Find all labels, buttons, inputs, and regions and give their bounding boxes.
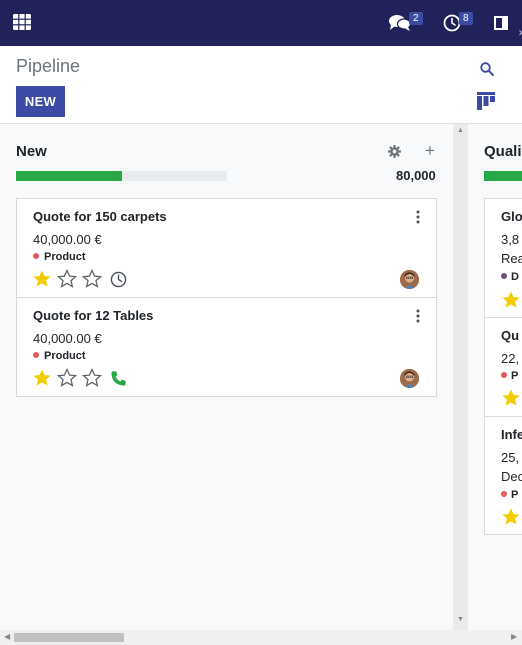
apps-grid-icon[interactable] [13, 14, 31, 30]
card-title: Quote for 150 carpets [33, 209, 167, 224]
kanban-column-qualified: Quali Glo 3,8 Rea D Qu 22, P Infe 25, De… [468, 124, 522, 630]
card-tag: P [501, 370, 518, 382]
progress-fill [16, 171, 122, 181]
scroll-right-arrow-icon[interactable]: ▶ [511, 632, 517, 641]
star-empty-icon[interactable] [57, 269, 77, 289]
star-filled-icon[interactable] [501, 507, 521, 527]
kanban-card[interactable]: Quote for 150 carpets 40,000.00 € Produc… [16, 198, 437, 298]
tag-label: D [511, 271, 519, 283]
activities-count-badge: 8 [459, 12, 473, 25]
sidebar-toggle-icon[interactable] [494, 16, 508, 30]
tag-dot [33, 352, 39, 358]
card-tag: Product [33, 350, 86, 362]
tag-dot [501, 273, 507, 279]
scroll-up-arrow-icon[interactable]: ▲ [457, 127, 464, 134]
card-amount: 40,000.00 € [33, 232, 102, 247]
tag-label: P [511, 370, 519, 382]
top-navbar: 2 8 ✕ [0, 0, 522, 46]
card-tag: Product [33, 251, 86, 263]
page-title: Pipeline [16, 56, 81, 76]
card-menu-dots-icon[interactable] [415, 309, 421, 323]
card-amount: 40,000.00 € [33, 331, 102, 346]
column-title: Quali [484, 143, 522, 160]
card-tag: P [501, 489, 518, 501]
column-progress-bar[interactable] [484, 171, 522, 181]
star-filled-icon[interactable] [32, 269, 52, 289]
tag-dot [501, 491, 507, 497]
column-progress-bar[interactable] [16, 171, 227, 181]
control-panel: Pipeline NEW [0, 46, 522, 124]
tag-dot [501, 372, 507, 378]
tag-label: Product [44, 251, 86, 263]
chat-bubbles-icon [389, 15, 411, 31]
search-icon[interactable] [480, 62, 494, 76]
card-amount: 25, [501, 450, 520, 465]
card-menu-dots-icon[interactable] [415, 210, 421, 224]
scroll-down-arrow-icon[interactable]: ▼ [457, 616, 464, 623]
kanban-card[interactable]: Quote for 12 Tables 40,000.00 € Product [16, 297, 437, 397]
activities-menu[interactable]: 8 [443, 0, 477, 46]
horizontal-scrollbar[interactable]: ◀ ▶ [0, 630, 522, 645]
tag-dot [33, 253, 39, 259]
star-empty-icon[interactable] [57, 368, 77, 388]
card-amount: 3,8 [501, 232, 520, 247]
kanban-card[interactable]: Glo 3,8 Rea D [484, 198, 522, 318]
clock-icon[interactable] [110, 271, 127, 288]
column-total: 80,000 [396, 168, 436, 183]
star-empty-icon[interactable] [82, 269, 102, 289]
column-scrollbar[interactable]: ▲ ▼ [453, 124, 468, 630]
kanban-view-icon[interactable] [477, 92, 495, 110]
user-avatar-image [400, 369, 419, 388]
card-title: Glo [501, 209, 522, 224]
add-quick-create-button[interactable]: + [425, 141, 435, 161]
tag-label: P [511, 489, 519, 501]
kanban-column-new: New + 80,000 Quote for 150 carpets 40,00… [0, 124, 453, 630]
card-tag: D [501, 271, 519, 283]
card-subtitle: Dec [501, 469, 522, 484]
gear-icon[interactable] [388, 145, 401, 158]
star-filled-icon[interactable] [501, 388, 521, 408]
phone-icon[interactable] [110, 370, 127, 387]
avatar[interactable] [400, 369, 419, 388]
card-amount: 22, [501, 351, 520, 366]
messages-count-badge: 2 [409, 12, 423, 25]
new-button[interactable]: NEW [16, 86, 65, 117]
card-title: Quote for 12 Tables [33, 308, 154, 323]
messages-menu[interactable]: 2 [388, 0, 428, 46]
scroll-left-arrow-icon[interactable]: ◀ [4, 632, 10, 641]
card-title: Infe [501, 427, 522, 442]
card-subtitle: Rea [501, 251, 522, 266]
star-filled-icon[interactable] [501, 290, 521, 310]
column-title: New [16, 143, 47, 160]
kanban-card[interactable]: Qu 22, P [484, 317, 522, 417]
tag-label: Product [44, 350, 86, 362]
scrollbar-thumb[interactable] [14, 633, 124, 642]
close-icon[interactable]: ✕ [518, 28, 522, 39]
card-title: Qu [501, 328, 520, 343]
avatar[interactable] [400, 270, 419, 289]
star-filled-icon[interactable] [32, 368, 52, 388]
kanban-board: New + 80,000 Quote for 150 carpets 40,00… [0, 124, 522, 630]
user-avatar-image [400, 270, 419, 289]
kanban-card[interactable]: Infe 25, Dec P [484, 416, 522, 535]
star-empty-icon[interactable] [82, 368, 102, 388]
